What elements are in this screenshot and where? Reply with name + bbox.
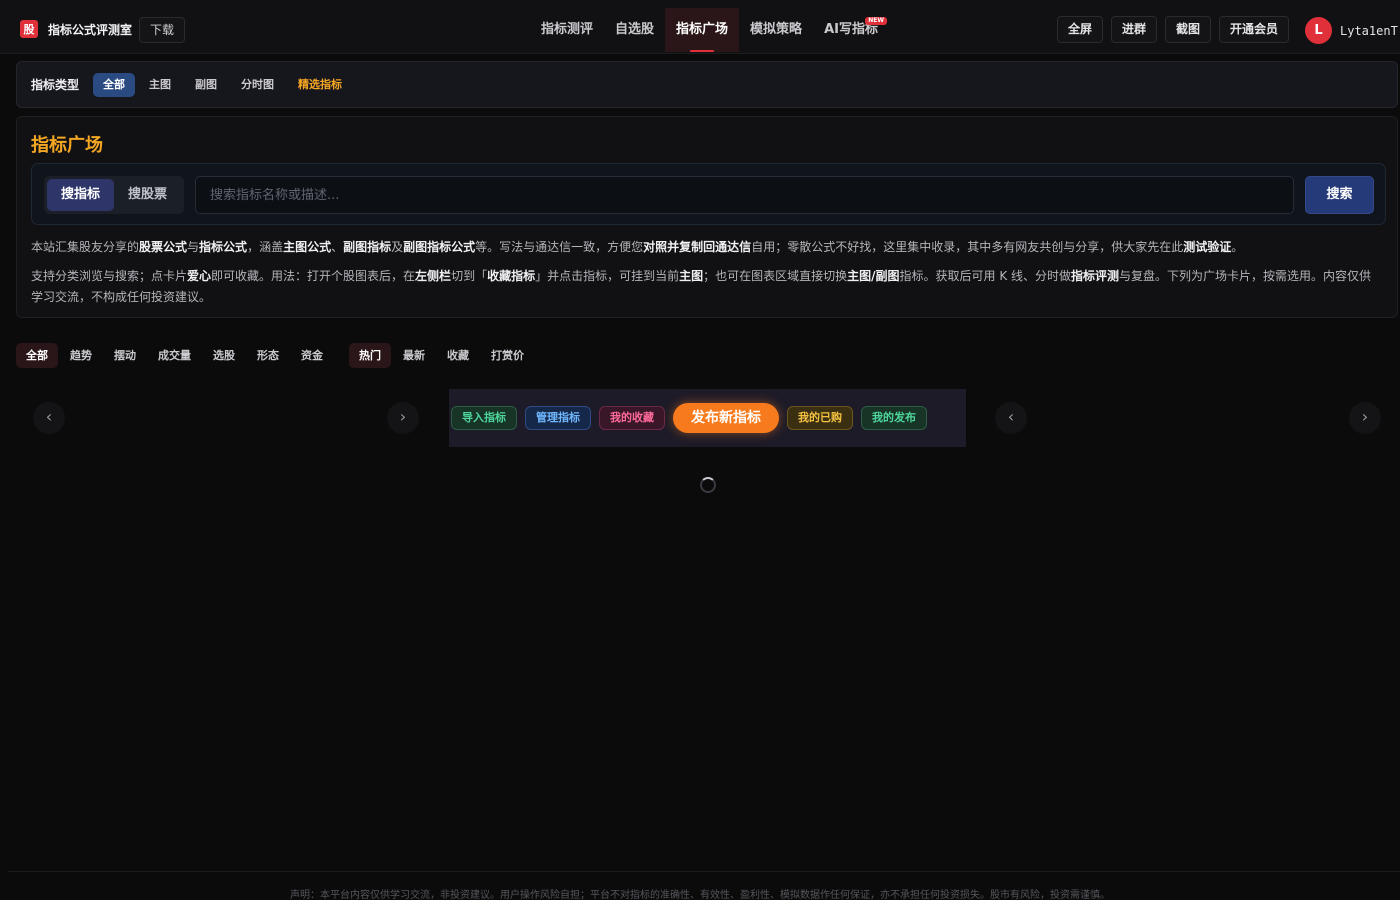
desc-text: ，涵盖 — [247, 240, 284, 254]
footer-disclaimer: 声明：本平台内容仅供学习交流，非投资建议。用户操作风险自担；平台不对指标的准确性… — [290, 890, 1110, 900]
type-tab-featured[interactable]: 精选指标 — [288, 73, 352, 97]
loading-spinner-icon — [700, 477, 716, 493]
type-tab-intraday[interactable]: 分时图 — [231, 73, 284, 97]
manage-indicator-button[interactable]: 管理指标 — [525, 406, 591, 430]
description-paragraph-1: 本站汇集股友分享的股票公式与指标公式，涵盖主图公式、副图指标及副图指标公式等。写… — [31, 237, 1383, 258]
desc-bold: 股票公式 — [139, 240, 188, 254]
desc-text: 与 — [187, 240, 200, 254]
desc-text: ；也可在图表区域直接切换 — [703, 269, 848, 283]
desc-bold: 测试验证 — [1183, 240, 1232, 254]
brand-logo-icon: 股 — [20, 20, 38, 38]
search-mode-stock[interactable]: 搜股票 — [114, 179, 181, 211]
search-mode-toggle: 搜指标 搜股票 — [44, 176, 185, 214]
my-published-button[interactable]: 我的发布 — [861, 406, 927, 430]
sort-chip-latest[interactable]: 最新 — [393, 343, 435, 368]
desc-bold: 左侧栏 — [415, 269, 452, 283]
import-indicator-button[interactable]: 导入指标 — [451, 406, 517, 430]
chevron-left-icon[interactable]: ‹ — [995, 402, 1027, 434]
category-chip-volume[interactable]: 成交量 — [148, 343, 201, 368]
search-area: 搜指标 搜股票 搜索 — [31, 163, 1386, 225]
action-strip: 导入指标 管理指标 我的收藏 发布新指标 我的已购 我的发布 — [449, 389, 966, 447]
search-input[interactable] — [195, 176, 1294, 214]
my-favorites-button[interactable]: 我的收藏 — [599, 406, 665, 430]
sort-chip-favorites[interactable]: 收藏 — [437, 343, 479, 368]
chevron-right-icon[interactable]: › — [387, 402, 419, 434]
page-title: 指标广场 — [31, 135, 103, 156]
desc-bold: 收藏指标 — [487, 269, 536, 283]
type-tab-all[interactable]: 全部 — [93, 72, 136, 97]
desc-bold: 主图公式 — [283, 240, 332, 254]
chevron-right-icon[interactable]: › — [1349, 402, 1381, 434]
desc-text: 。 — [1231, 240, 1244, 254]
search-mode-indicator[interactable]: 搜指标 — [47, 179, 115, 211]
desc-text: 即可收藏。用法：打开个股图表后，在 — [211, 269, 416, 283]
footer-divider — [8, 871, 1400, 872]
category-chip-all[interactable]: 全部 — [16, 343, 58, 368]
user-menu[interactable]: L Lyta1enT — [1305, 17, 1398, 44]
desc-text: 本站汇集股友分享的 — [31, 240, 140, 254]
category-chip-capital[interactable]: 资金 — [291, 343, 333, 368]
search-button[interactable]: 搜索 — [1305, 176, 1374, 214]
type-tab-main-chart[interactable]: 主图 — [139, 73, 181, 97]
publish-indicator-button[interactable]: 发布新指标 — [673, 403, 779, 433]
avatar[interactable]: L — [1305, 17, 1332, 44]
nav-item-indicator-review[interactable]: 指标测评 — [530, 8, 604, 52]
desc-text: 及 — [391, 240, 404, 254]
brand-title: 指标公式评测室 — [48, 22, 133, 37]
indicator-type-bar: 指标类型 全部 主图 副图 分时图 精选指标 — [16, 61, 1398, 108]
toolbar-buttons: 全屏 进群 截图 开通会员 — [1057, 16, 1297, 43]
desc-text: 、 — [331, 240, 344, 254]
nav-item-watchlist[interactable]: 自选股 — [604, 8, 665, 52]
indicator-square-panel: 指标广场 搜指标 搜股票 搜索 本站汇集股友分享的股票公式与指标公式，涵盖主图公… — [16, 116, 1398, 318]
category-chip-trend[interactable]: 趋势 — [60, 343, 102, 368]
nav-item-ai-indicator[interactable]: AI写指标 NEW — [813, 8, 889, 52]
desc-bold: 副图指标公式 — [403, 240, 476, 254]
screenshot-button[interactable]: 截图 — [1165, 16, 1212, 43]
desc-bold: 主图 — [679, 269, 704, 283]
category-chip-oscillator[interactable]: 摆动 — [104, 343, 146, 368]
desc-bold: 对照并复制回通达信 — [643, 240, 752, 254]
fullscreen-button[interactable]: 全屏 — [1057, 16, 1104, 43]
desc-text: 等。写法与通达信一致，方便您 — [475, 240, 644, 254]
desc-bold: 主图/副图 — [847, 269, 900, 283]
desc-text: 指标。获取后可用 K 线、分时做 — [899, 269, 1072, 283]
top-navigation-bar: 股 指标公式评测室 下载 指标测评 自选股 指标广场 模拟策略 AI写指标 NE… — [0, 0, 1400, 54]
download-button[interactable]: 下载 — [139, 17, 186, 43]
nav-item-simulated-strategy[interactable]: 模拟策略 — [739, 8, 813, 52]
category-chip-pattern[interactable]: 形态 — [247, 343, 289, 368]
indicator-type-label: 指标类型 — [31, 78, 80, 92]
desc-text: 」并点击指标，可挂到当前 — [535, 269, 680, 283]
join-group-button[interactable]: 进群 — [1111, 16, 1158, 43]
desc-bold: 指标评测 — [1071, 269, 1120, 283]
desc-text: 自用；零散公式不好找，这里集中收录，其中多有网友共创与分享，供大家先在此 — [751, 240, 1184, 254]
desc-bold: 副图指标 — [343, 240, 392, 254]
description-paragraph-2: 支持分类浏览与搜索；点卡片爱心即可收藏。用法：打开个股图表后，在左侧栏切到「收藏… — [31, 266, 1383, 308]
chevron-left-icon[interactable]: ‹ — [33, 402, 65, 434]
main-nav: 指标测评 自选股 指标广场 模拟策略 AI写指标 NEW — [530, 8, 889, 52]
nav-item-indicator-square[interactable]: 指标广场 — [665, 8, 740, 52]
username[interactable]: Lyta1enT — [1340, 24, 1398, 38]
desc-text: 支持分类浏览与搜索；点卡片 — [31, 269, 188, 283]
sort-chip-tip-price[interactable]: 打赏价 — [481, 343, 534, 368]
desc-bold: 爱心 — [187, 269, 212, 283]
category-chip-stock-picking[interactable]: 选股 — [203, 343, 245, 368]
filter-row: 全部 趋势 摆动 成交量 选股 形态 资金 热门 最新 收藏 打赏价 — [16, 343, 536, 368]
desc-text: 切到「 — [451, 269, 488, 283]
desc-bold: 指标公式 — [199, 240, 248, 254]
my-purchased-button[interactable]: 我的已购 — [787, 406, 853, 430]
type-tab-sub-chart[interactable]: 副图 — [185, 73, 227, 97]
vip-button[interactable]: 开通会员 — [1219, 16, 1290, 43]
brand[interactable]: 股 指标公式评测室 — [20, 20, 132, 38]
new-badge: NEW — [865, 17, 887, 25]
sort-chip-hot[interactable]: 热门 — [349, 343, 391, 368]
